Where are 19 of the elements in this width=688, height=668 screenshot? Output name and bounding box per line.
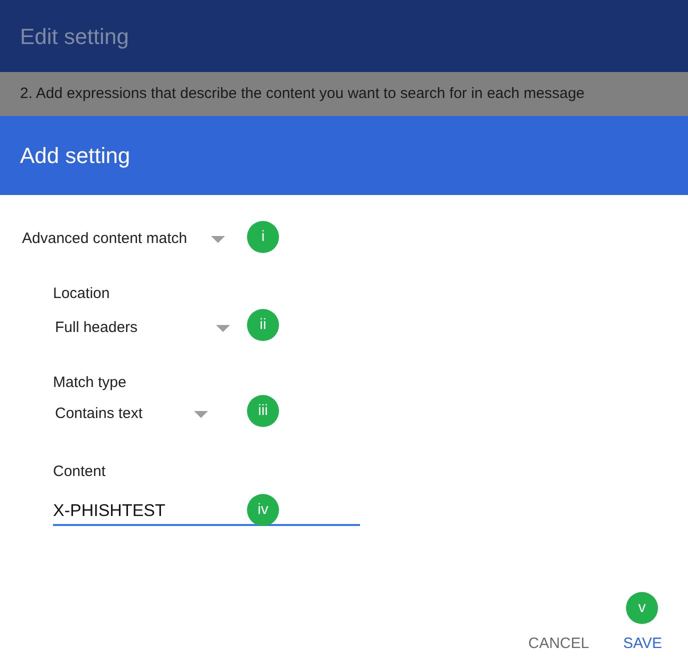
step-badge: iv [247,494,279,526]
step-badge: i [247,221,279,253]
step-text: 2. Add expressions that describe the content you want to search for in each message [20,84,584,104]
page-title: Edit setting [20,22,129,51]
dialog-title: Add setting [20,142,130,170]
dropdown[interactable]: Full headers [53,310,230,340]
field-label: Match type [53,373,128,392]
field-label: Location [53,284,111,303]
cancel-button[interactable]: CANCEL [520,626,598,662]
dropdown[interactable]: Contains text [53,396,208,426]
step-badge: iii [247,395,279,427]
caret-icon [216,324,230,332]
caret-icon [194,410,208,418]
step-badge: v [626,592,658,624]
condition-dropdown[interactable]: Advanced content match [22,224,225,250]
save-button[interactable]: SAVE [615,626,670,662]
field-label: Content [53,462,107,481]
step-badge: ii [247,309,279,341]
caret-icon [211,236,225,242]
